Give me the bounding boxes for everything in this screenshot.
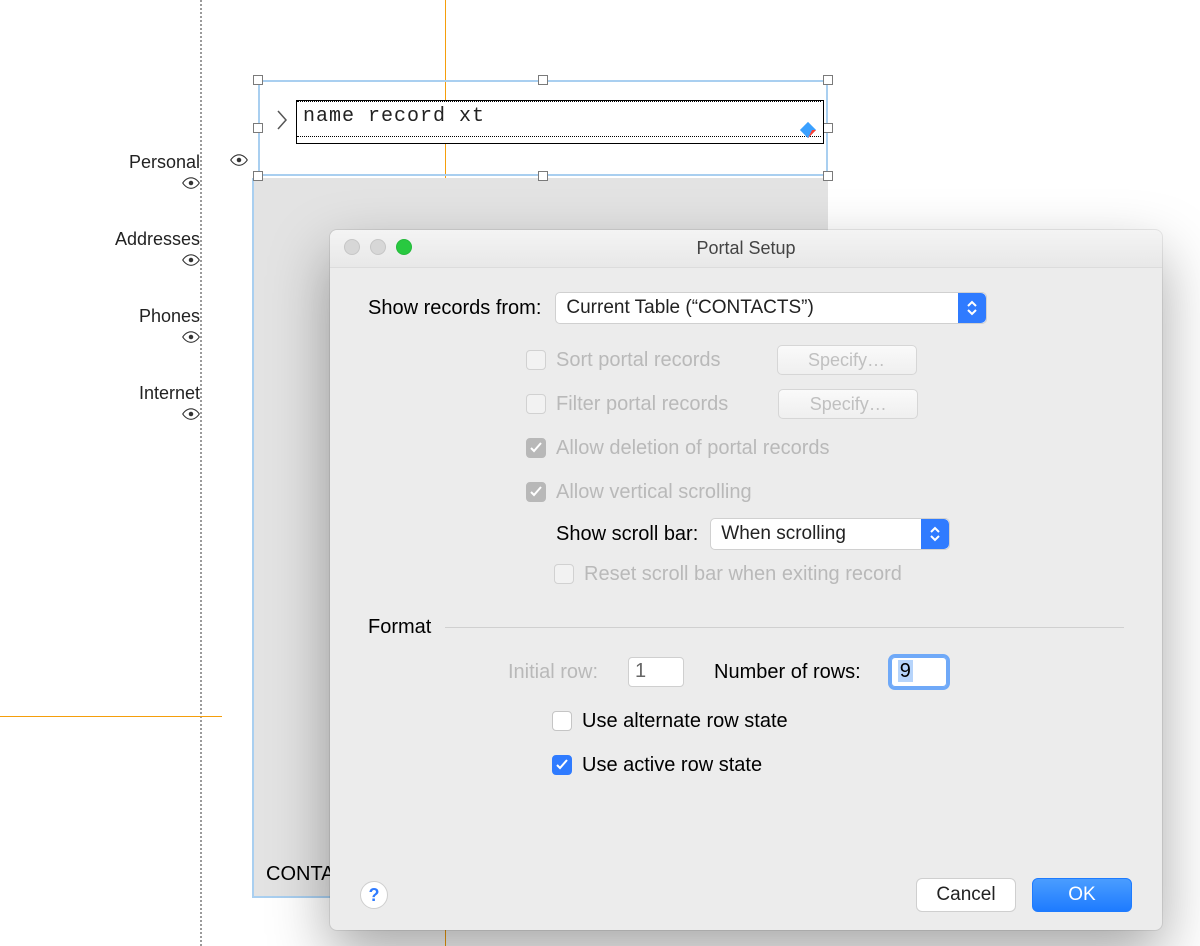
- side-label-internet[interactable]: Internet: [90, 383, 200, 420]
- side-labels: Personal Addresses Phones Internet: [90, 152, 200, 460]
- sort-records-checkbox[interactable]: [526, 350, 546, 370]
- format-section-heading: Format: [368, 616, 431, 639]
- initial-row-label: Initial row:: [508, 661, 598, 684]
- visibility-eye-icon[interactable]: [182, 254, 200, 266]
- reset-scrollbar-checkbox[interactable]: [554, 564, 574, 584]
- select-caret-icon: [921, 519, 949, 549]
- allow-scrolling-label: Allow vertical scrolling: [556, 481, 752, 504]
- row-merge-field: name record xt: [303, 105, 485, 128]
- window-zoom-button[interactable]: [396, 239, 412, 255]
- resize-handle[interactable]: [253, 171, 263, 181]
- select-caret-icon: [958, 293, 986, 323]
- resize-handle[interactable]: [538, 171, 548, 181]
- resize-handle[interactable]: [253, 75, 263, 85]
- window-traffic-lights: [344, 239, 412, 255]
- number-of-rows-input[interactable]: 9: [891, 657, 947, 687]
- layout-canvas: CONTA name record xt: [0, 0, 1200, 946]
- visibility-eye-icon[interactable]: [182, 331, 200, 343]
- use-alternate-row-checkbox[interactable]: [552, 711, 572, 731]
- side-label-personal[interactable]: Personal: [90, 152, 200, 189]
- resize-handle[interactable]: [538, 75, 548, 85]
- visibility-eye-icon[interactable]: [230, 154, 248, 166]
- side-label-phones[interactable]: Phones: [90, 306, 200, 343]
- use-alternate-row-label: Use alternate row state: [582, 710, 788, 733]
- show-records-from-label: Show records from:: [368, 297, 541, 320]
- sort-specify-button[interactable]: Specify…: [777, 345, 917, 375]
- number-of-rows-label: Number of rows:: [714, 661, 861, 684]
- use-active-row-label: Use active row state: [582, 754, 762, 777]
- allow-deletion-label: Allow deletion of portal records: [556, 437, 829, 460]
- horizontal-orange-guide: [0, 716, 222, 717]
- use-active-row-checkbox[interactable]: [552, 755, 572, 775]
- window-minimize-button[interactable]: [370, 239, 386, 255]
- resize-handle[interactable]: [823, 171, 833, 181]
- initial-row-input[interactable]: 1: [628, 657, 684, 687]
- section-divider: [445, 627, 1124, 628]
- show-scrollbar-select[interactable]: When scrolling: [710, 518, 950, 550]
- dialog-title: Portal Setup: [696, 238, 795, 259]
- ok-button[interactable]: OK: [1032, 878, 1132, 912]
- show-scrollbar-label: Show scroll bar:: [556, 523, 698, 546]
- visibility-eye-icon[interactable]: [182, 408, 200, 420]
- allow-deletion-checkbox[interactable]: [526, 438, 546, 458]
- filter-records-label: Filter portal records: [556, 393, 728, 416]
- portal-setup-dialog: Portal Setup Show records from: Current …: [330, 230, 1162, 930]
- portal-row-template[interactable]: name record xt: [296, 100, 824, 144]
- visibility-eye-icon[interactable]: [182, 177, 200, 189]
- show-records-from-select[interactable]: Current Table (“CONTACTS”): [555, 292, 987, 324]
- side-label-addresses[interactable]: Addresses: [90, 229, 200, 266]
- sort-records-label: Sort portal records: [556, 349, 721, 372]
- chevron-right-icon: [275, 109, 289, 136]
- resize-handle[interactable]: [823, 75, 833, 85]
- vertical-dotted-guide: [200, 0, 202, 946]
- cancel-button[interactable]: Cancel: [916, 878, 1016, 912]
- resize-handle[interactable]: [253, 123, 263, 133]
- selected-portal-object[interactable]: name record xt: [258, 80, 828, 176]
- resize-handle[interactable]: [823, 123, 833, 133]
- filter-specify-button[interactable]: Specify…: [778, 389, 918, 419]
- help-button[interactable]: ?: [360, 881, 388, 909]
- allow-scrolling-checkbox[interactable]: [526, 482, 546, 502]
- conditional-formatting-icon: [799, 121, 817, 139]
- filter-records-checkbox[interactable]: [526, 394, 546, 414]
- dialog-title-bar[interactable]: Portal Setup: [330, 230, 1162, 268]
- portal-table-label: CONTA: [266, 863, 335, 886]
- window-close-button[interactable]: [344, 239, 360, 255]
- reset-scrollbar-label: Reset scroll bar when exiting record: [584, 563, 902, 586]
